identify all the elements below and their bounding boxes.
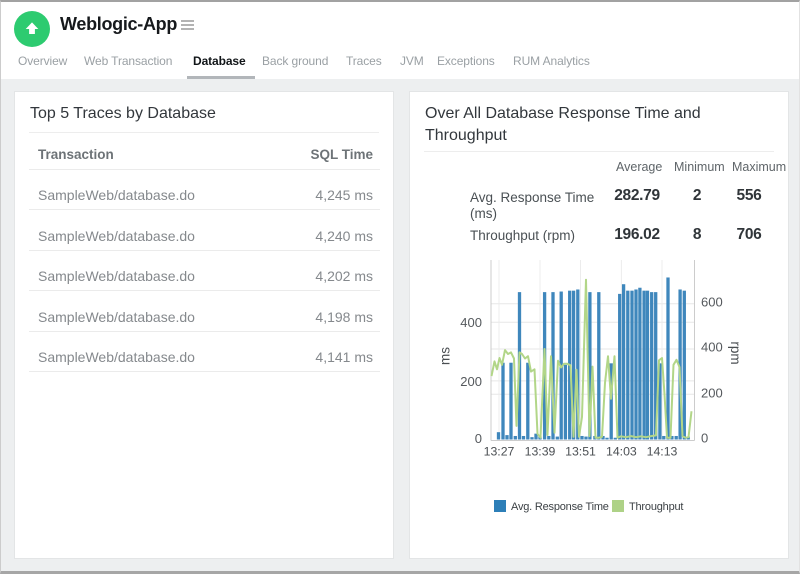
svg-text:200: 200 xyxy=(460,374,482,389)
svg-text:200: 200 xyxy=(701,386,723,401)
svg-text:ms: ms xyxy=(438,347,453,365)
svg-text:0: 0 xyxy=(701,431,708,446)
svg-text:14:13: 14:13 xyxy=(647,445,678,459)
svg-text:13:27: 13:27 xyxy=(484,445,515,459)
svg-text:0: 0 xyxy=(475,431,482,446)
svg-text:13:39: 13:39 xyxy=(525,445,556,459)
svg-text:13:51: 13:51 xyxy=(565,445,596,459)
svg-text:rpm: rpm xyxy=(728,341,743,364)
svg-text:400: 400 xyxy=(460,315,482,330)
svg-text:600: 600 xyxy=(701,295,723,310)
svg-text:14:03: 14:03 xyxy=(606,445,637,459)
svg-text:400: 400 xyxy=(701,340,723,355)
